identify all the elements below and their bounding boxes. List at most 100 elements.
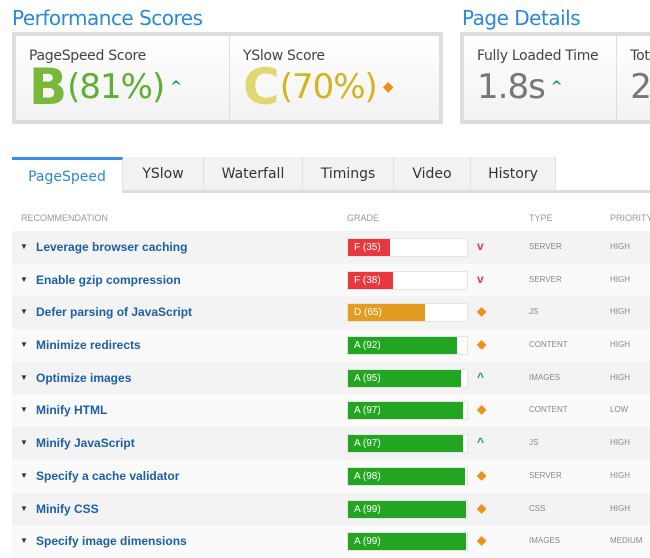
expand-triangle-icon[interactable]: ▼: [20, 504, 28, 513]
priority: HIGH: [610, 503, 630, 513]
trend-up-icon: ^: [477, 435, 485, 450]
grade-fill: F (38): [348, 271, 394, 289]
expand-triangle-icon[interactable]: ▼: [20, 438, 28, 447]
tab-timings[interactable]: Timings: [303, 157, 394, 193]
recommendation-name[interactable]: Defer parsing of JavaScript: [36, 305, 192, 319]
grade-bar: A (97): [347, 401, 468, 421]
grade-fill: A (97): [348, 435, 464, 453]
priority: HIGH: [610, 372, 630, 382]
trend-up-icon: ^: [477, 369, 485, 384]
total-stat: Tot 2: [617, 36, 650, 120]
grade-fill: A (99): [348, 500, 466, 518]
header-grade: GRADE: [347, 213, 380, 223]
table-row[interactable]: ▼ Minify HTML A (97) ◆ CONTENT LOW: [12, 394, 650, 428]
grade-fill: A (92): [348, 337, 458, 355]
total-value: 2: [630, 67, 650, 107]
grade-fill: F (35): [348, 239, 390, 256]
performance-scores-panel: PageSpeed Score B (81%) ^ YSlow Score C …: [12, 32, 443, 124]
trend-neutral-icon: ◆: [477, 402, 487, 417]
trend-up-icon: ^: [170, 79, 182, 95]
priority: HIGH: [610, 274, 630, 284]
grade-bar: F (35): [347, 238, 468, 257]
expand-triangle-icon[interactable]: ▼: [20, 471, 28, 480]
priority: HIGH: [610, 340, 630, 350]
type: IMAGES: [529, 372, 561, 382]
recommendation-name[interactable]: Minimize redirects: [36, 338, 141, 352]
table-row[interactable]: ▼ Specify image dimensions A (99) ◆ IMAG…: [12, 525, 650, 558]
fully-loaded-time: Fully Loaded Time 1.8s ^: [464, 36, 618, 120]
grade-bar: A (98): [347, 466, 468, 486]
tab-history[interactable]: History: [471, 157, 556, 193]
recommendation-name[interactable]: Specify image dimensions: [36, 534, 187, 548]
pagespeed-percent: (81%): [67, 67, 165, 107]
trend-up-icon: ^: [550, 79, 563, 95]
pagespeed-grade: B: [29, 58, 68, 116]
table-row[interactable]: ▼ Enable gzip compression F (38) v SERVE…: [12, 263, 650, 297]
grade-bar: A (99): [347, 499, 468, 519]
header-type: TYPE: [529, 213, 553, 223]
recommendation-name[interactable]: Leverage browser caching: [36, 240, 187, 254]
expand-triangle-icon[interactable]: ▼: [20, 536, 28, 545]
type: JS: [529, 438, 539, 448]
grade-bar: D (65): [347, 303, 468, 323]
trend-neutral-icon: ◆: [477, 533, 487, 548]
trend-neutral-icon: ◆: [477, 500, 487, 515]
grade-fill: A (97): [348, 402, 464, 420]
type: SERVER: [529, 242, 562, 251]
grade-bar: A (97): [347, 434, 468, 454]
type: CONTENT: [529, 405, 568, 415]
tab-yslow[interactable]: YSlow: [123, 157, 204, 193]
table-row[interactable]: ▼ Defer parsing of JavaScript D (65) ◆ J…: [12, 296, 650, 330]
tab-video[interactable]: Video: [394, 157, 471, 193]
table-row[interactable]: ▼ Leverage browser caching F (35) v SERV…: [12, 231, 650, 264]
table-row[interactable]: ▼ Specify a cache validator A (98) ◆ SER…: [12, 459, 650, 493]
grade-fill: D (65): [348, 304, 426, 322]
priority: HIGH: [610, 438, 630, 448]
recommendation-name[interactable]: Optimize images: [36, 371, 131, 385]
recommendations-table: ▼ Leverage browser caching F (35) v SERV…: [12, 231, 650, 558]
page-details-panel: Fully Loaded Time 1.8s ^ Tot 2: [460, 32, 650, 124]
type: CONTENT: [529, 340, 568, 350]
expand-triangle-icon[interactable]: ▼: [20, 340, 28, 349]
table-row[interactable]: ▼ Minimize redirects A (92) ◆ CONTENT HI…: [12, 329, 650, 362]
grade-fill: A (98): [348, 467, 465, 485]
trend-neutral-icon: ◆: [477, 304, 487, 319]
trend-neutral-icon: ◆: [477, 467, 487, 482]
expand-triangle-icon[interactable]: ▼: [20, 242, 28, 251]
priority: MEDIUM: [610, 536, 643, 546]
report-tabs: PageSpeed YSlow Waterfall Timings Video …: [12, 157, 556, 193]
recommendation-name[interactable]: Minify JavaScript: [36, 436, 135, 450]
table-row[interactable]: ▼ Minify JavaScript A (97) ^ JS HIGH: [12, 427, 650, 460]
yslow-grade: C: [243, 58, 280, 116]
recommendation-name[interactable]: Minify CSS: [36, 502, 99, 516]
header-recommendation: RECOMMENDATION: [21, 213, 108, 223]
yslow-percent: (70%): [279, 67, 378, 107]
table-row[interactable]: ▼ Minify CSS A (99) ◆ CSS HIGH: [12, 492, 650, 526]
trend-neutral-icon: ◆: [477, 337, 487, 352]
table-row[interactable]: ▼ Optimize images A (95) ^ IMAGES HIGH: [12, 361, 650, 395]
pagespeed-score: PageSpeed Score B (81%) ^: [16, 36, 230, 120]
grade-bar: F (38): [347, 270, 468, 290]
type: SERVER: [529, 274, 562, 284]
expand-triangle-icon[interactable]: ▼: [20, 373, 28, 382]
tab-waterfall[interactable]: Waterfall: [204, 157, 303, 193]
type: IMAGES: [529, 536, 561, 546]
expand-triangle-icon[interactable]: ▼: [20, 275, 28, 284]
type: SERVER: [529, 470, 562, 480]
recommendation-name[interactable]: Minify HTML: [36, 403, 107, 417]
priority: HIGH: [610, 307, 630, 317]
grade-bar: A (92): [347, 336, 468, 356]
loaded-value: 1.8s: [477, 67, 546, 107]
priority: LOW: [610, 405, 629, 415]
trend-down-icon: v: [477, 239, 484, 253]
recommendation-name[interactable]: Specify a cache validator: [36, 469, 179, 483]
yslow-score: YSlow Score C (70%) ◆: [230, 36, 439, 120]
tab-pagespeed[interactable]: PageSpeed: [12, 157, 123, 193]
type: JS: [529, 307, 539, 317]
grade-bar: A (99): [347, 532, 468, 552]
tab-divider: [556, 190, 650, 193]
performance-title: Performance Scores: [12, 6, 203, 30]
expand-triangle-icon[interactable]: ▼: [20, 405, 28, 414]
expand-triangle-icon[interactable]: ▼: [20, 307, 28, 316]
recommendation-name[interactable]: Enable gzip compression: [36, 273, 181, 287]
